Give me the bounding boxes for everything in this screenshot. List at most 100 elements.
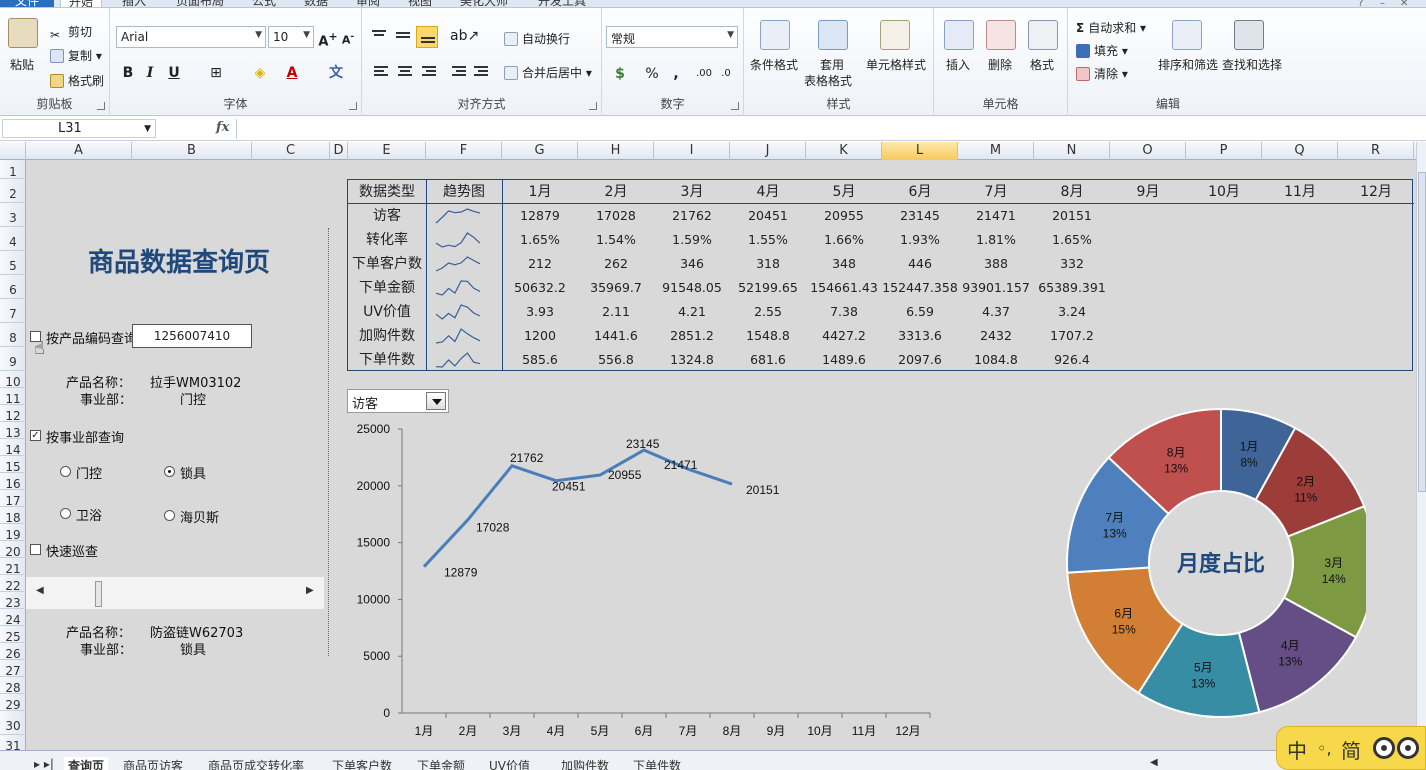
bold-icon[interactable]: B xyxy=(118,63,138,83)
radio-haibeisi[interactable] xyxy=(164,510,175,521)
tab-home[interactable]: 开始 xyxy=(60,0,103,7)
column-header-c[interactable]: C xyxy=(252,142,330,160)
currency-icon[interactable]: $ xyxy=(610,64,630,84)
sheet-tab-2[interactable]: 商品页访客 xyxy=(123,757,183,770)
fill-color-icon[interactable]: ◈ xyxy=(250,63,270,83)
hscroll-left-icon[interactable]: ◀ xyxy=(1150,757,1158,768)
radio-menkong[interactable] xyxy=(60,466,71,477)
row-header-22[interactable]: 22 xyxy=(0,575,26,593)
quick-check-checkbox[interactable] xyxy=(30,544,41,555)
grow-font-icon[interactable]: A+ xyxy=(318,27,338,49)
sheet-tab-1[interactable]: 查询页 xyxy=(64,757,109,770)
row-header-23[interactable]: 23 xyxy=(0,592,26,610)
merge-center-button[interactable]: 合并后居中 ▾ xyxy=(504,64,592,81)
metric-select[interactable]: 访客 xyxy=(347,389,449,413)
italic-icon[interactable]: I xyxy=(140,63,160,83)
sheet-nav-icon[interactable]: ▸ ▸| xyxy=(34,757,54,770)
column-header-r[interactable]: R xyxy=(1338,142,1414,160)
row-header-2[interactable]: 2 xyxy=(0,179,26,203)
sheet-tab-4[interactable]: 下单客户数 xyxy=(332,757,392,770)
format-painter-button[interactable]: 格式刷 xyxy=(50,72,104,89)
row-header-17[interactable]: 17 xyxy=(0,490,26,508)
row-header-27[interactable]: 27 xyxy=(0,660,26,678)
column-header-o[interactable]: O xyxy=(1110,142,1186,160)
row-header-3[interactable]: 3 xyxy=(0,203,26,227)
column-header-j[interactable]: J xyxy=(730,142,806,160)
row-header-12[interactable]: 12 xyxy=(0,405,26,423)
sheet-tab-3[interactable]: 商品页成交转化率 xyxy=(208,757,304,770)
chevron-down-icon[interactable] xyxy=(426,392,446,410)
product-code-input[interactable]: 1256007410 xyxy=(132,324,252,348)
row-header-9[interactable]: 9 xyxy=(0,347,26,371)
cell-style-button[interactable]: 单元格样式 xyxy=(866,56,926,73)
name-box[interactable]: L31 ▼ xyxy=(2,119,156,138)
border-icon[interactable]: ⊞ xyxy=(206,63,226,83)
column-header-g[interactable]: G xyxy=(502,142,578,160)
sort-filter-icon[interactable] xyxy=(1172,20,1202,50)
row-header-7[interactable]: 7 xyxy=(0,299,26,323)
font-name-select[interactable]: Arial ▼ xyxy=(116,26,266,48)
column-header-q[interactable]: Q xyxy=(1262,142,1338,160)
table-format-button-2[interactable]: 表格格式 xyxy=(804,72,852,89)
row-header-18[interactable]: 18 xyxy=(0,507,26,525)
table-format-icon[interactable] xyxy=(818,20,848,50)
sheet-tab-6[interactable]: UV价值 xyxy=(489,757,530,770)
column-header-b[interactable]: B xyxy=(132,142,252,160)
product-scroll-thumb[interactable] xyxy=(95,581,102,607)
tab-formulas[interactable]: 公式 xyxy=(252,0,276,7)
ime-toolbar[interactable]: 中 ◦, 简 xyxy=(1276,726,1426,770)
percent-icon[interactable]: % xyxy=(642,64,662,84)
shrink-font-icon[interactable]: A- xyxy=(338,27,358,47)
clear-button[interactable]: 清除 ▾ xyxy=(1076,65,1128,82)
orientation-icon[interactable]: ab↗ xyxy=(450,26,479,46)
row-header-21[interactable]: 21 xyxy=(0,558,26,576)
font-launcher-icon[interactable] xyxy=(349,102,357,110)
column-header-m[interactable]: M xyxy=(958,142,1034,160)
tab-file[interactable]: 文件 xyxy=(0,0,54,7)
wrap-text-button[interactable]: 自动换行 xyxy=(504,30,570,47)
align-bottom-icon[interactable] xyxy=(416,26,438,48)
sheet-tab-7[interactable]: 加购件数 xyxy=(561,757,609,770)
cut-button[interactable]: ✂ 剪切 xyxy=(50,23,92,42)
product-scrollbar[interactable]: ◀ ▶ xyxy=(26,577,324,609)
copy-button[interactable]: 复制 ▾ xyxy=(50,47,102,64)
column-header-k[interactable]: K xyxy=(806,142,882,160)
sort-filter-button[interactable]: 排序和筛选 xyxy=(1158,56,1218,73)
row-header-26[interactable]: 26 xyxy=(0,643,26,661)
number-launcher-icon[interactable] xyxy=(731,102,739,110)
comma-icon[interactable]: , xyxy=(666,64,686,84)
format-cells-icon[interactable] xyxy=(1028,20,1058,50)
column-header-f[interactable]: F xyxy=(426,142,502,160)
row-header-13[interactable]: 13 xyxy=(0,422,26,440)
column-header-e[interactable]: E xyxy=(348,142,426,160)
row-header-31[interactable]: 31 xyxy=(0,735,26,753)
binoculars-icon[interactable] xyxy=(1234,20,1264,50)
row-header-19[interactable]: 19 xyxy=(0,524,26,542)
find-select-button[interactable]: 查找和选择 xyxy=(1222,56,1282,73)
row-header-4[interactable]: 4 xyxy=(0,227,26,251)
autosum-button[interactable]: Σ 自动求和 ▾ xyxy=(1076,19,1146,36)
conditional-format-button[interactable]: 条件格式 xyxy=(750,56,798,73)
sheet-tab-8[interactable]: 下单件数 xyxy=(633,757,681,770)
column-header-a[interactable]: A xyxy=(26,142,132,160)
select-all-corner[interactable] xyxy=(0,142,26,160)
number-format-select[interactable]: 常规 ▼ xyxy=(606,26,738,48)
decrease-decimal-icon[interactable]: .0 xyxy=(716,64,736,84)
row-header-25[interactable]: 25 xyxy=(0,626,26,644)
insert-button[interactable]: 插入 xyxy=(946,56,970,73)
tab-page-layout[interactable]: 页面布局 xyxy=(176,0,224,7)
minimize-icon[interactable]: – xyxy=(1380,0,1385,7)
tab-developer[interactable]: 开发工具 xyxy=(538,0,586,7)
row-header-30[interactable]: 30 xyxy=(0,711,26,735)
conditional-format-icon[interactable] xyxy=(760,20,790,50)
row-header-8[interactable]: 8 xyxy=(0,323,26,347)
delete-cells-icon[interactable] xyxy=(986,20,1016,50)
radio-weiyu[interactable] xyxy=(60,508,71,519)
row-header-16[interactable]: 16 xyxy=(0,473,26,491)
fx-icon[interactable]: fx xyxy=(216,120,229,135)
column-header-l[interactable]: L xyxy=(882,142,958,160)
scroll-right-icon[interactable]: ▶ xyxy=(306,585,314,596)
phonetic-icon[interactable]: 文 xyxy=(326,63,346,83)
tab-view[interactable]: 视图 xyxy=(408,0,432,7)
column-header-p[interactable]: P xyxy=(1186,142,1262,160)
